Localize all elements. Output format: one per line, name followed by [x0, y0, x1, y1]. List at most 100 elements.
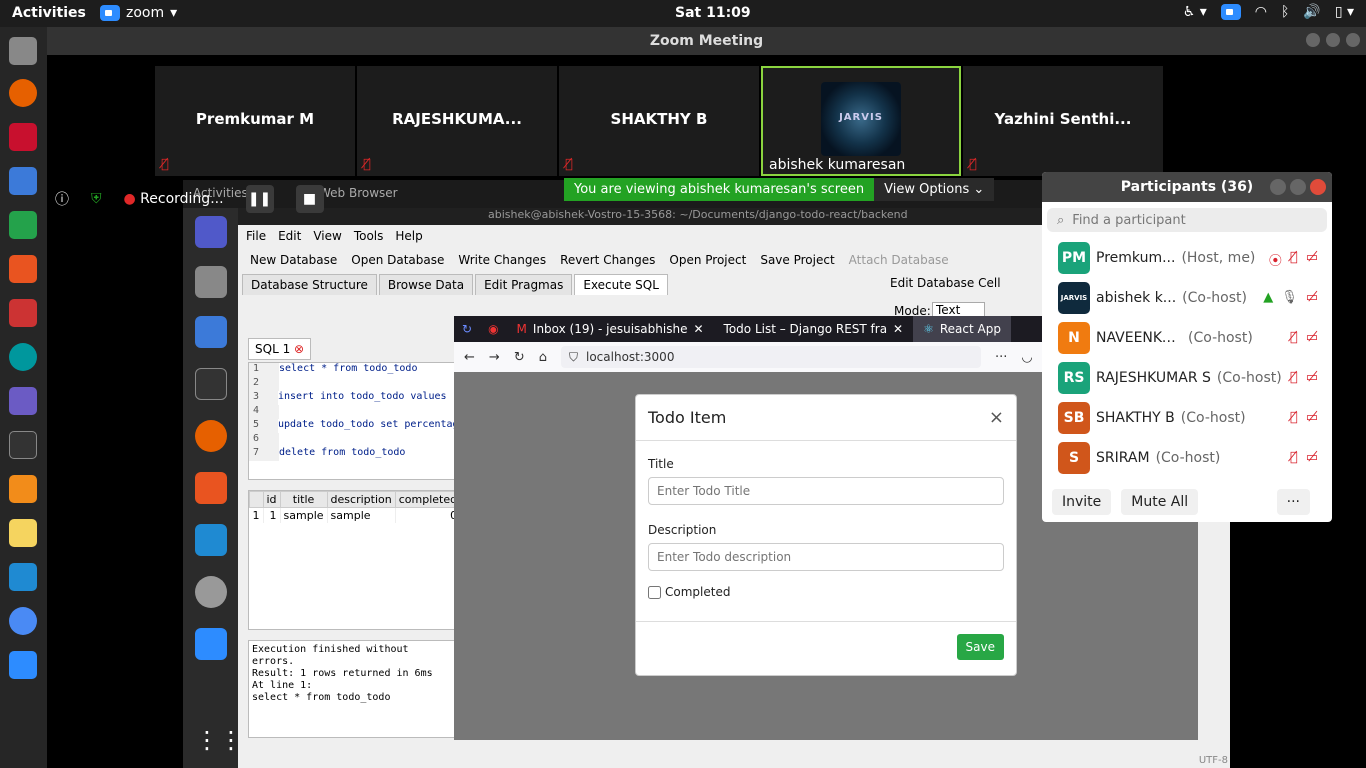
firefox-icon: [195, 420, 227, 452]
video-off-icon[interactable]: ▭̸: [1306, 410, 1318, 425]
calc-icon[interactable]: [9, 211, 37, 239]
description-label: Description: [648, 523, 717, 537]
tab-execute-sql: Execute SQL: [574, 274, 668, 295]
info-icon[interactable]: ⓘ: [55, 189, 69, 209]
video-off-icon[interactable]: ▭̸: [1306, 250, 1318, 269]
software-icon[interactable]: [9, 255, 37, 283]
video-off-icon[interactable]: ▭̸: [1306, 290, 1318, 305]
maximize-button[interactable]: [1290, 179, 1306, 195]
invite-button[interactable]: Invite: [1052, 489, 1112, 515]
android-studio-icon[interactable]: [9, 387, 37, 415]
participant-name: SHAKTHY B: [610, 110, 708, 128]
teams-icon: [195, 216, 227, 248]
pdf-icon[interactable]: [9, 475, 37, 503]
stop-recording-button[interactable]: ■: [295, 185, 324, 213]
video-tile[interactable]: SHAKTHY B 🎙̸: [559, 66, 759, 176]
participant-row[interactable]: PM Premkum... (Host, me) ⦿ 🎙̸ ▭̸: [1042, 238, 1332, 278]
security-shield-icon[interactable]: ⛨: [91, 191, 102, 207]
mendeley-icon[interactable]: [9, 123, 37, 151]
volume-icon[interactable]: 🔊: [1303, 4, 1320, 20]
sticky-notes-icon[interactable]: [9, 519, 37, 547]
participant-row[interactable]: SB SHAKTHY B (Co-host) 🎙̸ ▭̸: [1042, 398, 1332, 438]
video-tile[interactable]: Yazhini Senthi... 🎙̸: [963, 66, 1163, 176]
save-project-button: Save Project: [760, 253, 835, 267]
system-tray[interactable]: ♿ ▾ ◠ ᛒ 🔊 ▯ ▾: [1183, 4, 1354, 20]
battery-icon[interactable]: ▯ ▾: [1335, 4, 1354, 20]
recording-label: Recording...: [140, 191, 224, 207]
pause-recording-button[interactable]: ❚❚: [245, 185, 274, 213]
participant-row[interactable]: S SRIRAM (Co-host) 🎙̸ ▭̸: [1042, 438, 1332, 478]
participant-role: (Co-host): [1182, 290, 1247, 306]
firefox-icon[interactable]: [9, 79, 37, 107]
arduino-icon[interactable]: [9, 343, 37, 371]
muted-mic-icon[interactable]: 🎙̸: [1290, 410, 1298, 425]
search-placeholder: Find a participant: [1072, 212, 1186, 228]
settings-icon[interactable]: [9, 299, 37, 327]
bluetooth-icon[interactable]: ᛒ: [1281, 4, 1289, 20]
show-apps-icon: ⋮⋮⋮: [195, 726, 267, 754]
window-title: Zoom Meeting: [649, 33, 764, 49]
clock[interactable]: Sat 11:09: [675, 5, 751, 21]
zoom-icon[interactable]: [9, 651, 37, 679]
forward-icon: →: [488, 349, 500, 365]
participant-row[interactable]: N NAVEENKUMA... (Co-host) 🎙̸ ▭̸: [1042, 318, 1332, 358]
new-database-button: New Database: [250, 253, 338, 267]
more-options-button[interactable]: ···: [1276, 489, 1310, 515]
recording-dot-icon: ●: [123, 191, 136, 207]
video-off-icon[interactable]: ▭̸: [1306, 370, 1318, 385]
video-tile[interactable]: RAJESHKUMA... 🎙̸: [357, 66, 557, 176]
chromium-icon[interactable]: [9, 607, 37, 635]
participant-role: (Co-host): [1188, 330, 1253, 346]
maximize-button[interactable]: [1326, 33, 1340, 47]
muted-mic-icon: 🎙̸: [565, 157, 573, 172]
sync-icon: ↻: [462, 322, 473, 336]
url-text: localhost:3000: [586, 350, 675, 364]
participant-row[interactable]: RS RAJESHKUMAR S (Co-host) 🎙̸ ▭̸: [1042, 358, 1332, 398]
close-button[interactable]: [1346, 33, 1360, 47]
sql-pane: SQL 1 ⊗ 1 select * from todo_todo 2 3 inse…: [248, 338, 462, 760]
minimize-button[interactable]: [1270, 179, 1286, 195]
wifi-icon[interactable]: ◠: [1255, 4, 1267, 20]
app-menu[interactable]: zoom ▾: [100, 5, 177, 21]
participant-name: abishek kumaresan: [769, 157, 906, 173]
gmail-icon: M: [516, 322, 527, 336]
participant-role: (Host, me): [1181, 250, 1256, 266]
activities-button[interactable]: Activities: [12, 5, 86, 21]
writer-icon[interactable]: [9, 167, 37, 195]
participant-name: SRIRAM: [1096, 450, 1150, 466]
modal-title: Todo Item: [648, 408, 727, 427]
minimize-button[interactable]: [1306, 33, 1320, 47]
save-button: Save: [956, 634, 1004, 660]
url-bar: ⛉ localhost:3000: [560, 346, 981, 368]
video-off-icon[interactable]: ▭̸: [1306, 330, 1318, 345]
participants-panel: Participants (36) ⌕ Find a participant P…: [1042, 172, 1332, 522]
mic-icon[interactable]: 🎙: [1281, 290, 1298, 305]
video-tile-active-speaker[interactable]: JARVIS abishek kumaresan: [761, 66, 961, 176]
participant-search[interactable]: ⌕ Find a participant: [1047, 208, 1327, 232]
avatar: SB: [1058, 402, 1090, 434]
files-icon[interactable]: [9, 37, 37, 65]
view-options-button[interactable]: View Options ⌄: [874, 178, 995, 201]
muted-mic-icon[interactable]: 🎙̸: [1290, 450, 1298, 465]
menu-edit: Edit: [278, 229, 302, 243]
muted-mic-icon[interactable]: 🎙̸: [1290, 330, 1298, 345]
muted-mic-icon[interactable]: 🎙̸: [1290, 250, 1298, 269]
participant-name: RAJESHKUMAR S: [1096, 370, 1211, 386]
close-button[interactable]: [1310, 179, 1326, 195]
mute-all-button[interactable]: Mute All: [1121, 489, 1199, 515]
results-header-row: id title description completed: [249, 491, 462, 508]
participants-footer: Invite Mute All ···: [1042, 482, 1332, 522]
video-tile[interactable]: Premkumar M 🎙̸: [155, 66, 355, 176]
table-row: 1 1 sample sample 0: [249, 507, 462, 523]
accessibility-icon[interactable]: ♿ ▾: [1183, 4, 1207, 20]
video-off-icon[interactable]: ▭̸: [1306, 450, 1318, 465]
avatar: N: [1058, 322, 1090, 354]
terminal-icon[interactable]: [9, 431, 37, 459]
write-changes-button: Write Changes: [458, 253, 547, 267]
participant-row[interactable]: JARVIS abishek k... (Co-host) ▲ 🎙 ▭̸: [1042, 278, 1332, 318]
muted-mic-icon[interactable]: 🎙̸: [1290, 370, 1298, 385]
vscode-icon[interactable]: [9, 563, 37, 591]
browser-tab: M Inbox (19) - jesuisabhishe ✕: [516, 322, 704, 336]
menu-file: File: [246, 229, 267, 243]
zoom-tray-icon[interactable]: [1220, 4, 1241, 20]
